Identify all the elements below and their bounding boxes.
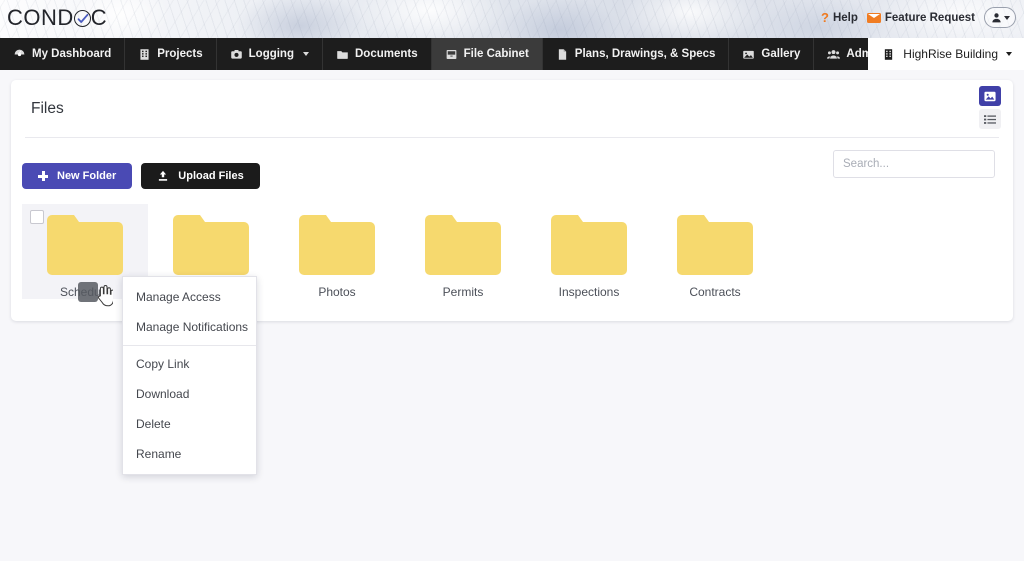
folder-item-photos[interactable]: Photos	[274, 204, 400, 299]
list-view-icon	[984, 114, 996, 124]
envelope-icon	[866, 12, 881, 23]
folder-icon	[551, 215, 627, 275]
question-mark-icon: ?	[821, 10, 829, 25]
building-icon	[140, 48, 149, 60]
files-toolbar: New Folder Upload Files	[11, 138, 1013, 200]
folder-icon	[47, 215, 123, 275]
new-folder-button[interactable]: New Folder	[22, 163, 133, 189]
folder-item-inspections[interactable]: Inspections	[526, 204, 652, 299]
nav-label: Documents	[354, 48, 418, 60]
brand-bar: COND C ? Help Feature Request	[0, 0, 1024, 38]
chevron-down-icon	[302, 52, 309, 56]
feature-request-label: Feature Request	[884, 11, 975, 24]
nav-item-my-dashboard[interactable]: My Dashboard	[0, 38, 126, 70]
folder-item-permits[interactable]: Permits	[400, 204, 526, 299]
folder-options-button[interactable]	[78, 282, 98, 302]
main-navigation: My Dashboard Projects Logging Documents …	[0, 38, 1024, 70]
feature-request-link[interactable]: Feature Request	[866, 11, 975, 24]
context-menu-item-copy-link[interactable]: Copy Link	[123, 349, 256, 379]
list-view-button[interactable]	[979, 109, 1001, 129]
folder-label: Inspections	[558, 285, 620, 299]
users-group-icon	[827, 49, 841, 59]
page-title: Files	[31, 99, 64, 117]
context-menu-separator	[123, 345, 256, 346]
nav-label: Projects	[157, 48, 203, 60]
document-page-icon	[558, 48, 566, 60]
project-selector-label: HighRise Building	[903, 47, 998, 61]
folder-label: Photos	[318, 285, 356, 299]
nav-item-projects[interactable]: Projects	[125, 38, 217, 70]
grid-view-icon	[984, 91, 996, 101]
check-in-circle-icon	[73, 9, 91, 27]
upload-files-button[interactable]: Upload Files	[141, 163, 260, 189]
nav-label: Gallery	[761, 48, 801, 60]
account-menu-button[interactable]	[984, 7, 1016, 28]
camera-icon	[230, 49, 242, 59]
grid-view-button[interactable]	[979, 86, 1001, 106]
context-menu-item-delete[interactable]: Delete	[123, 409, 256, 439]
logo-text-right: C	[90, 5, 108, 30]
file-cabinet-icon	[446, 49, 456, 59]
new-folder-label: New Folder	[57, 170, 117, 182]
context-menu-item-download[interactable]: Download	[123, 379, 256, 409]
folder-icon	[299, 215, 375, 275]
image-icon	[743, 50, 755, 59]
nav-item-gallery[interactable]: Gallery	[729, 38, 815, 70]
app-logo[interactable]: COND C	[7, 5, 107, 31]
nav-item-plans-drawings-specs[interactable]: Plans, Drawings, & Specs	[543, 38, 730, 70]
upload-files-label: Upload Files	[178, 170, 244, 182]
view-toggle-group	[979, 86, 1001, 129]
context-menu-item-manage-access[interactable]: Manage Access	[123, 282, 256, 312]
user-avatar-icon	[991, 13, 1001, 23]
upload-icon	[159, 170, 168, 181]
folder-context-menu: Manage Access Manage Notifications Copy …	[122, 276, 257, 475]
search-input[interactable]	[843, 158, 997, 170]
folder-label: Contracts	[689, 285, 741, 299]
logo-text-left: COND	[7, 5, 74, 30]
plus-icon	[38, 171, 48, 181]
card-header: Files	[11, 80, 1013, 137]
folder-icon	[677, 215, 753, 275]
help-label: Help	[832, 11, 858, 24]
folder-icon	[337, 50, 348, 59]
help-link[interactable]: ? Help	[821, 10, 858, 25]
folder-label: Permits	[442, 285, 484, 299]
nav-label: File Cabinet	[463, 48, 529, 60]
dashboard-gauge-icon	[14, 49, 25, 56]
folder-select-checkbox[interactable]	[30, 210, 44, 224]
nav-item-documents[interactable]: Documents	[323, 38, 432, 70]
search-box[interactable]	[833, 150, 997, 178]
nav-label: My Dashboard	[32, 48, 112, 60]
chevron-down-icon	[1006, 52, 1012, 56]
context-menu-item-rename[interactable]: Rename	[123, 439, 256, 469]
chevron-down-icon	[1003, 15, 1010, 20]
building-icon	[885, 48, 893, 60]
nav-item-logging[interactable]: Logging	[217, 38, 323, 70]
nav-label: Logging	[248, 48, 294, 60]
nav-item-file-cabinet[interactable]: File Cabinet	[431, 38, 543, 70]
folder-icon	[173, 215, 249, 275]
context-menu-item-manage-notifications[interactable]: Manage Notifications	[123, 312, 256, 342]
folder-icon	[425, 215, 501, 275]
nav-label: Plans, Drawings, & Specs	[574, 48, 716, 60]
top-right-actions: ? Help Feature Request	[821, 7, 1016, 28]
project-selector[interactable]: HighRise Building	[868, 38, 1024, 70]
folder-item-contracts[interactable]: Contracts	[652, 204, 778, 299]
